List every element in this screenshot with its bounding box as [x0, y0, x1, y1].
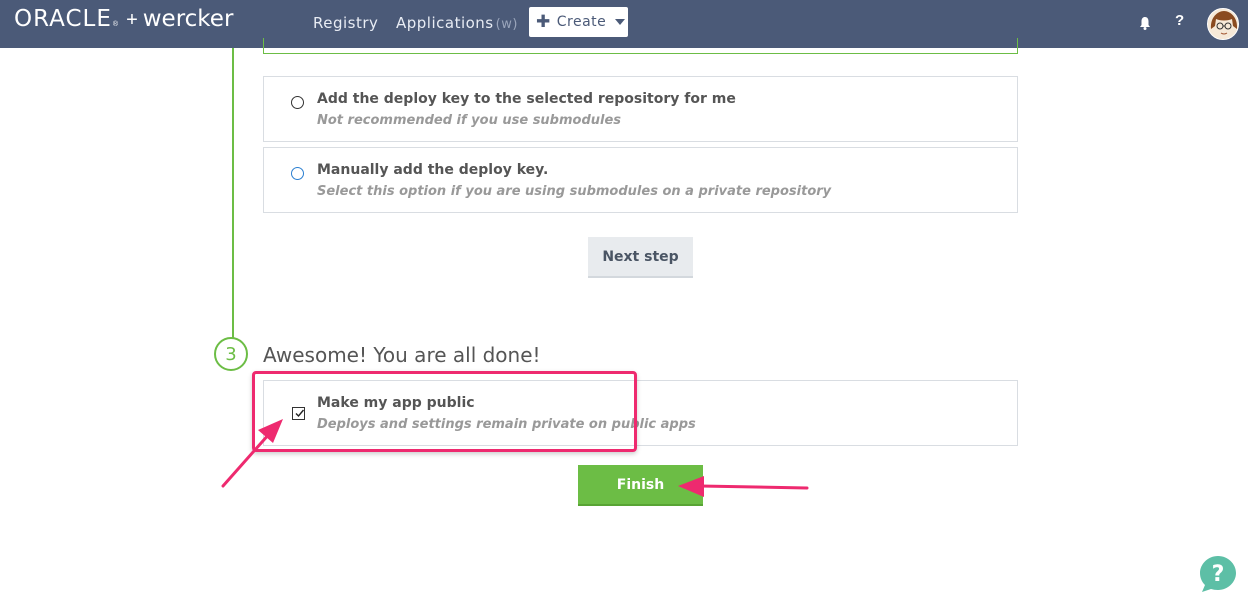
- avatar[interactable]: [1207, 8, 1239, 40]
- step-title: Awesome! You are all done!: [263, 343, 541, 367]
- create-label: Create: [556, 14, 607, 30]
- nav-applications-shortcut: (w): [495, 17, 518, 32]
- chevron-down-icon: [615, 19, 626, 25]
- nav-registry[interactable]: Registry: [313, 14, 378, 32]
- oracle-wordmark: ORACLE: [14, 6, 112, 32]
- option-auto-deploy-key-label: Add the deploy key to the selected repos…: [317, 91, 736, 107]
- option-auto-deploy-key-desc: Not recommended if you use submodules: [317, 113, 622, 128]
- registered-mark: ®: [112, 21, 119, 28]
- finish-button[interactable]: Finish: [578, 465, 703, 506]
- question-bubble-icon[interactable]: ?: [1199, 555, 1237, 593]
- option-manual-deploy-key-desc: Select this option if you are using subm…: [317, 184, 832, 199]
- next-step-button[interactable]: Next step: [588, 237, 693, 278]
- option-manual-deploy-key-label: Manually add the deploy key.: [317, 162, 549, 178]
- timeline-line: [232, 48, 234, 338]
- step-number-badge: 3: [214, 337, 248, 371]
- nav-applications[interactable]: Applications (w): [396, 14, 518, 32]
- radio-manual-deploy-key[interactable]: [291, 167, 304, 180]
- create-dropdown-button[interactable]: ✚ Create: [529, 7, 628, 37]
- brand-plus: +: [126, 9, 138, 31]
- help-icon[interactable]: ?: [1175, 12, 1184, 29]
- radio-auto-deploy-key[interactable]: [291, 96, 304, 109]
- bell-icon[interactable]: [1139, 16, 1151, 30]
- brand-logo[interactable]: ORACLE ® + wercker: [14, 6, 233, 32]
- previous-step-box: [263, 38, 1018, 54]
- plus-icon: ✚: [536, 12, 551, 32]
- wercker-wordmark: wercker: [142, 6, 234, 32]
- option-auto-deploy-key[interactable]: Add the deploy key to the selected repos…: [263, 76, 1018, 142]
- option-manual-deploy-key[interactable]: Manually add the deploy key. Select this…: [263, 147, 1018, 213]
- nav-applications-label: Applications: [396, 14, 494, 32]
- svg-text:?: ?: [1212, 562, 1225, 587]
- nav-registry-label: Registry: [313, 14, 379, 32]
- annotation-highlight-box: [252, 371, 637, 452]
